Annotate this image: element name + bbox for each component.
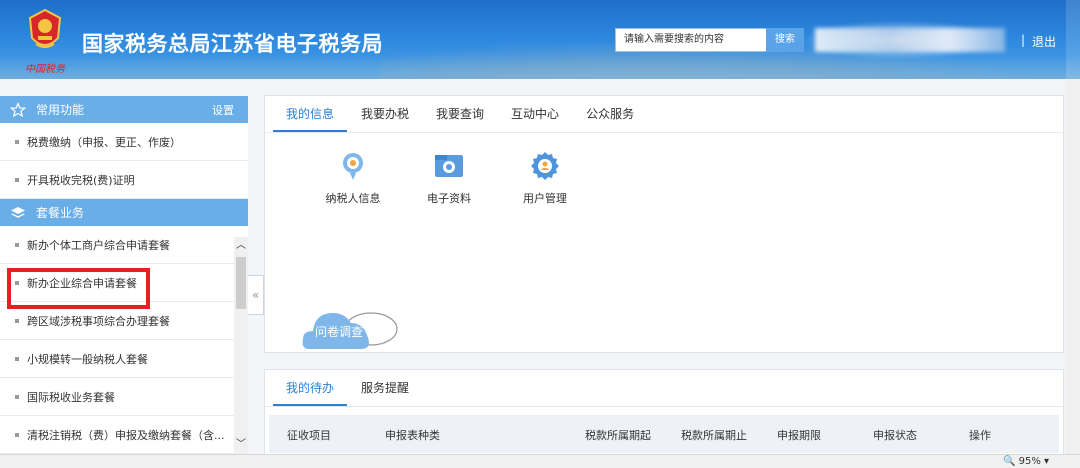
column-header: 税款所属期起 [585,429,651,442]
survey-label[interactable]: 问卷调查 [315,323,363,340]
bullet-icon [15,432,19,437]
sidebar-item-label: 小规模转一般纳税人套餐 [27,352,148,366]
highlight-box [7,268,150,309]
favorites-title: 常用功能 [36,103,85,117]
tax-emblem-icon [28,8,62,48]
sidebar-item-label: 跨区域涉税事项综合办理套餐 [27,314,170,328]
bullet-icon [15,242,19,247]
tile-e-documents[interactable]: 电子资料 [401,150,497,206]
scroll-down-icon[interactable]: ﹀ [234,438,248,452]
column-header: 操作 [969,429,991,442]
sidebar-item-international-tax-package[interactable]: 国际税收业务套餐 [0,378,248,416]
main-tabs: 我的信息 我要办税 我要查询 互动中心 公众服务 [265,96,1063,133]
sidebar-item-label: 开具税收完税(费)证明 [27,173,135,187]
search-input[interactable]: 请输入需要搜索的内容 [615,28,767,52]
site-header: 中国税务 国家税务总局江苏省电子税务局 请输入需要搜索的内容 搜索 | 退出 [0,0,1080,79]
sidebar-item-label: 国际税收业务套餐 [27,390,115,404]
sidebar-item-tax-certificate[interactable]: 开具税收完税(费)证明 [0,161,248,199]
tab-my-todo[interactable]: 我的待办 [273,370,348,406]
sidebar-item-individual-business-package[interactable]: 新办个体工商户综合申请套餐 [0,226,248,264]
todo-table-header: 征收项目 申报表种类 税款所属期起 税款所属期止 申报期限 申报状态 操作 [269,415,1059,453]
search-input-placeholder: 请输入需要搜索的内容 [624,34,724,45]
sidebar-item-tax-payment[interactable]: 税费缴纳（申报、更正、作废） [0,123,248,161]
zoom-level[interactable]: 🔍 95% ▾ [1003,456,1049,467]
tab-service-reminder[interactable]: 服务提醒 [348,370,422,406]
scroll-up-icon[interactable]: ︿ [234,239,248,253]
zoom-value: 95% [1018,456,1041,467]
tab-public-service[interactable]: 公众服务 [573,96,647,132]
tab-tax-handling[interactable]: 我要办税 [348,96,422,132]
e-documents-icon [435,155,463,177]
taxpayer-info-icon [343,153,363,180]
tile-label: 纳税人信息 [325,192,381,205]
column-header: 申报状态 [873,429,917,442]
bullet-icon [15,318,19,323]
layers-icon [11,206,25,218]
sidebar-item-deregistration-package[interactable]: 清税注销税（费）申报及缴纳套餐（含... [0,416,248,454]
page-scrollbar[interactable] [1066,79,1080,454]
logo-caption: 中国税务 [25,64,65,75]
browser-status-bar: 🔍 95% ▾ [0,454,1080,468]
bullet-icon [15,356,19,361]
sidebar-item-small-to-general-package[interactable]: 小规模转一般纳税人套餐 [0,340,248,378]
sidebar-item-label: 税费缴纳（申报、更正、作废） [27,135,181,149]
logout-link[interactable]: 退出 [1032,33,1056,50]
user-name-blurred [815,28,1005,52]
column-header: 税款所属期止 [681,429,747,442]
tile-taxpayer-info[interactable]: 纳税人信息 [305,150,401,206]
todo-tabs: 我的待办 服务提醒 [265,370,1063,407]
packages-title: 套餐业务 [36,206,85,220]
column-header: 申报期限 [777,429,821,442]
sidebar-item-label: 清税注销税（费）申报及缴纳套餐（含... [27,428,225,442]
my-info-panel: 我的信息 我要办税 我要查询 互动中心 公众服务 纳税人信息 电子资料 用户管理… [264,95,1064,353]
bullet-icon [15,394,19,399]
column-header: 申报表种类 [385,429,440,442]
site-title: 国家税务总局江苏省电子税务局 [82,32,383,56]
scrollbar-thumb[interactable] [236,257,246,309]
sidebar-item-label: 新办个体工商户综合申请套餐 [27,238,170,252]
favorites-settings-link[interactable]: 设置 [212,102,234,118]
tab-my-info[interactable]: 我的信息 [273,96,348,132]
sidebar-scrollbar[interactable]: ︿ ﹀ [234,237,248,454]
function-tiles: 纳税人信息 电子资料 用户管理 [265,133,1063,206]
user-management-icon [531,152,559,180]
sidebar-collapse-button[interactable]: « [248,275,264,315]
bullet-icon [15,177,19,182]
column-header: 征收项目 [287,429,331,442]
page-scrollbar-top [1066,0,1080,79]
tile-label: 用户管理 [523,192,567,205]
tab-query[interactable]: 我要查询 [423,96,497,132]
favorites-header: 常用功能 设置 [0,96,248,123]
search-button[interactable]: 搜索 [766,28,804,52]
tab-interaction[interactable]: 互动中心 [498,96,572,132]
star-icon [10,101,26,117]
packages-header: 套餐业务 [0,199,248,226]
bullet-icon [15,139,19,144]
tile-user-management[interactable]: 用户管理 [497,150,593,206]
header-separator: | [1021,33,1026,47]
tile-label: 电子资料 [427,192,471,205]
